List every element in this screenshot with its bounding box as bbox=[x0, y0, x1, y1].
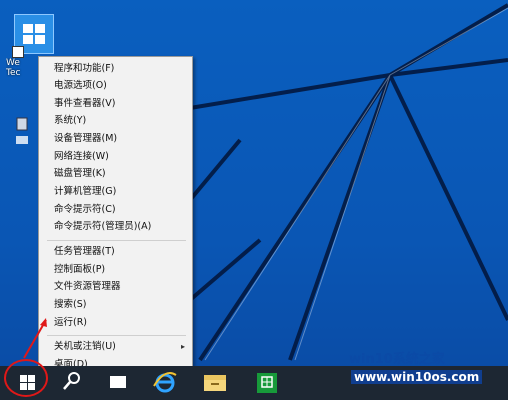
shortcut-arrow-icon bbox=[12, 46, 24, 58]
menu-item-device-manager[interactable]: 设备管理器(M) bbox=[54, 133, 117, 145]
menu-item-power-options[interactable]: 电源选项(O) bbox=[54, 80, 107, 92]
menu-item-run[interactable]: 运行(R) bbox=[54, 317, 87, 329]
windows-logo-icon bbox=[23, 24, 45, 44]
watermark-title: win10系统之家 bbox=[349, 352, 445, 367]
menu-item-shutdown-signout[interactable]: 关机或注销(U) bbox=[54, 341, 116, 353]
menu-item-file-explorer[interactable]: 文件资源管理器 bbox=[54, 281, 121, 293]
menu-item-programs-features[interactable]: 程序和功能(F) bbox=[54, 63, 114, 75]
menu-separator bbox=[47, 335, 186, 336]
desktop-shortcut-icon[interactable] bbox=[12, 14, 54, 58]
menu-item-computer-management[interactable]: 计算机管理(G) bbox=[54, 186, 116, 198]
desktop-icon-label: We Tec bbox=[6, 58, 42, 78]
menu-item-system[interactable]: 系统(Y) bbox=[54, 115, 86, 127]
menu-item-task-manager[interactable]: 任务管理器(T) bbox=[54, 246, 115, 258]
file-explorer-icon[interactable] bbox=[198, 366, 232, 400]
submenu-arrow-icon: ▸ bbox=[180, 342, 185, 351]
menu-item-command-prompt[interactable]: 命令提示符(C) bbox=[54, 204, 116, 216]
store-icon[interactable] bbox=[250, 366, 284, 400]
task-view-icon[interactable] bbox=[104, 366, 132, 400]
menu-item-control-panel[interactable]: 控制面板(P) bbox=[54, 264, 105, 276]
watermark: win10系统之家 www.win10os.com bbox=[339, 346, 489, 390]
search-icon[interactable] bbox=[55, 366, 89, 400]
recycle-bin-icon[interactable] bbox=[15, 116, 29, 146]
winx-context-menu: 程序和功能(F) 电源选项(O) 事件查看器(V) 系统(Y) 设备管理器(M)… bbox=[38, 56, 193, 374]
menu-item-event-viewer[interactable]: 事件查看器(V) bbox=[54, 98, 115, 110]
watermark-url: www.win10os.com bbox=[351, 370, 483, 384]
ie-icon[interactable] bbox=[148, 366, 182, 400]
start-button-highlight-circle bbox=[4, 359, 48, 397]
menu-item-search[interactable]: 搜索(S) bbox=[54, 299, 86, 311]
menu-item-network-connections[interactable]: 网络连接(W) bbox=[54, 151, 109, 163]
desktop-icon-label-line2: Tec bbox=[6, 68, 21, 78]
menu-separator bbox=[47, 240, 186, 241]
menu-item-command-prompt-admin[interactable]: 命令提示符(管理员)(A) bbox=[54, 221, 151, 233]
desktop-icon-label-line1: We bbox=[6, 58, 20, 68]
menu-item-disk-management[interactable]: 磁盘管理(K) bbox=[54, 168, 106, 180]
